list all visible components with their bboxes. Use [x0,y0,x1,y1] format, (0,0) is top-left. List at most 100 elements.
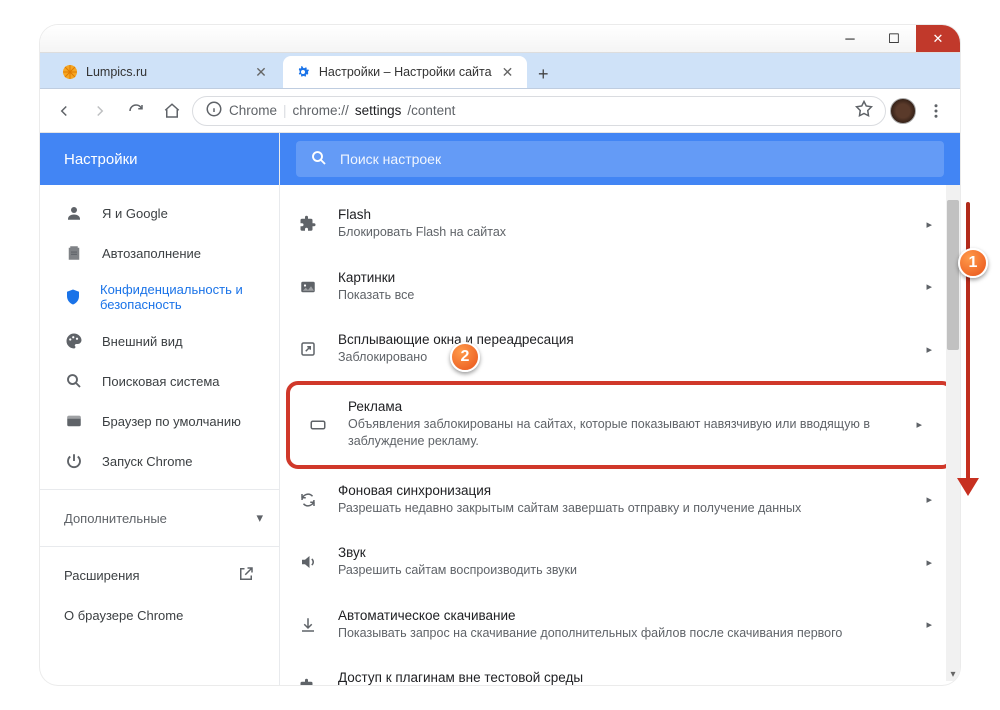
sidebar-item-startup[interactable]: Запуск Chrome [40,441,279,481]
forward-button[interactable] [84,95,116,127]
tab-lumpics[interactable]: Lumpics.ru ✕ [50,56,281,88]
palette-icon [64,332,84,350]
row-title: Реклама [348,399,896,414]
sidebar-item-label: О браузере Chrome [64,608,183,623]
chevron-right-icon: ▸ [926,618,932,631]
scrollbar-thumb[interactable] [947,200,959,350]
close-tab-icon[interactable]: ✕ [500,64,516,81]
setting-row-auto-download[interactable]: Автоматическое скачивание Показывать запр… [280,594,960,657]
search-bar [280,133,960,185]
bookmark-star-icon[interactable] [855,100,873,121]
chevron-right-icon: ▸ [926,280,932,293]
sidebar-item-advanced[interactable]: Дополнительные ▾ [40,498,279,538]
address-bar[interactable]: Chrome | chrome://settings/content [192,96,886,126]
annotation-scroll-arrow [966,202,970,482]
row-title: Фоновая синхронизация [338,483,906,498]
sync-icon [298,491,318,509]
chevron-right-icon: ▸ [926,556,932,569]
puzzle-icon [298,678,318,685]
window-icon [64,412,84,430]
browser-toolbar: Chrome | chrome://settings/content [40,89,960,133]
tab-label: Lumpics.ru [86,65,147,79]
search-icon [64,372,84,390]
sidebar-item-search[interactable]: Поисковая система [40,361,279,401]
sidebar-item-you-and-google[interactable]: Я и Google [40,193,279,233]
row-subtitle: Показать все [338,287,906,305]
divider [40,546,279,547]
setting-row-ads[interactable]: Реклама Объявления заблокированы на сайта… [290,385,950,465]
back-button[interactable] [48,95,80,127]
popup-icon [298,340,318,358]
sidebar-link-extensions[interactable]: Расширения [40,555,279,595]
url-chrome-label: Chrome [229,103,277,118]
sidebar-item-label: Запуск Chrome [102,454,193,469]
reload-button[interactable] [120,95,152,127]
sidebar-link-about[interactable]: О браузере Chrome [40,595,279,635]
setting-row-sound[interactable]: Звук Разрешить сайтам воспроизводить звук… [280,531,960,594]
sidebar-item-label: Внешний вид [102,334,183,349]
tab-strip: Lumpics.ru ✕ Настройки – Настройки сайта… [40,53,960,89]
lumpics-favicon-icon [62,64,78,80]
tab-label: Настройки – Настройки сайта [319,65,492,79]
row-title: Автоматическое скачивание [338,608,906,623]
url-divider: | [283,103,287,118]
clipboard-icon [64,244,84,262]
annotation-badge-2: 2 [450,342,480,372]
power-icon [64,452,84,470]
row-title: Звук [338,545,906,560]
external-link-icon [237,565,255,586]
url-path: /content [407,103,455,118]
row-subtitle: Объявления заблокированы на сайтах, кото… [348,416,896,451]
url-prefix: chrome:// [293,103,349,118]
highlight-ads-row: Реклама Объявления заблокированы на сайта… [286,381,954,469]
tab-settings[interactable]: Настройки – Настройки сайта ✕ [283,56,527,88]
chevron-right-icon: ▸ [926,493,932,506]
setting-row-popups[interactable]: Всплывающие окна и переадресацияЗаблокир… [280,318,960,381]
setting-row-background-sync[interactable]: Фоновая синхронизацияРазрешать недавно з… [280,469,960,532]
speaker-icon [298,553,318,571]
search-box[interactable] [296,141,944,177]
window-titlebar: ─ ☐ ✕ [40,25,960,53]
sidebar-item-appearance[interactable]: Внешний вид [40,321,279,361]
sidebar-header: Настройки [40,133,279,185]
profile-avatar[interactable] [890,98,916,124]
row-title: Картинки [338,270,906,285]
shield-icon [64,288,82,306]
setting-row-flash[interactable]: FlashБлокировать Flash на сайтах ▸ [280,193,960,256]
close-window-button[interactable]: ✕ [916,25,960,52]
search-input[interactable] [340,151,930,167]
close-tab-icon[interactable]: ✕ [253,64,269,81]
row-title: Flash [338,207,906,222]
sidebar-item-label: Браузер по умолчанию [102,414,241,429]
row-subtitle: Разрешить сайтам воспроизводить звуки [338,562,906,580]
setting-row-images[interactable]: Картинки Показать все ▸ [280,256,960,319]
sidebar-item-default-browser[interactable]: Браузер по умолчанию [40,401,279,441]
sidebar-item-label: Автозаполнение [102,246,201,261]
main-panel: FlashБлокировать Flash на сайтах ▸ Карти… [280,133,960,685]
content-list: FlashБлокировать Flash на сайтах ▸ Карти… [280,185,960,685]
sidebar-item-label: Расширения [64,568,140,583]
site-info-icon[interactable] [205,100,223,121]
setting-row-unsandboxed-plugins[interactable]: Доступ к плагинам вне тестовой средыПред… [280,656,960,685]
row-subtitle: Показывать запрос на скачивание дополнит… [338,625,906,643]
chevron-right-icon: ▸ [926,218,932,231]
new-tab-button[interactable]: + [529,60,557,88]
sidebar-item-autofill[interactable]: Автозаполнение [40,233,279,273]
chevron-right-icon: ▸ [916,418,922,431]
home-button[interactable] [156,95,188,127]
download-icon [298,616,318,634]
scrollbar-down-button[interactable]: ▾ [946,667,960,681]
chevron-right-icon: ▸ [926,343,932,356]
chevron-down-icon: ▾ [256,510,263,526]
menu-button[interactable] [920,95,952,127]
maximize-button[interactable]: ☐ [872,25,916,52]
row-title: Всплывающие окна и переадресация [338,332,906,347]
chevron-right-icon: ▸ [926,681,932,685]
minimize-button[interactable]: ─ [828,25,872,52]
image-icon [298,278,318,296]
sidebar-item-label: Дополнительные [64,511,167,526]
sidebar-item-label: Поисковая система [102,374,220,389]
search-icon [310,149,328,170]
sidebar-item-privacy[interactable]: Конфиденциальность и безопасность [40,273,279,321]
person-icon [64,204,84,222]
